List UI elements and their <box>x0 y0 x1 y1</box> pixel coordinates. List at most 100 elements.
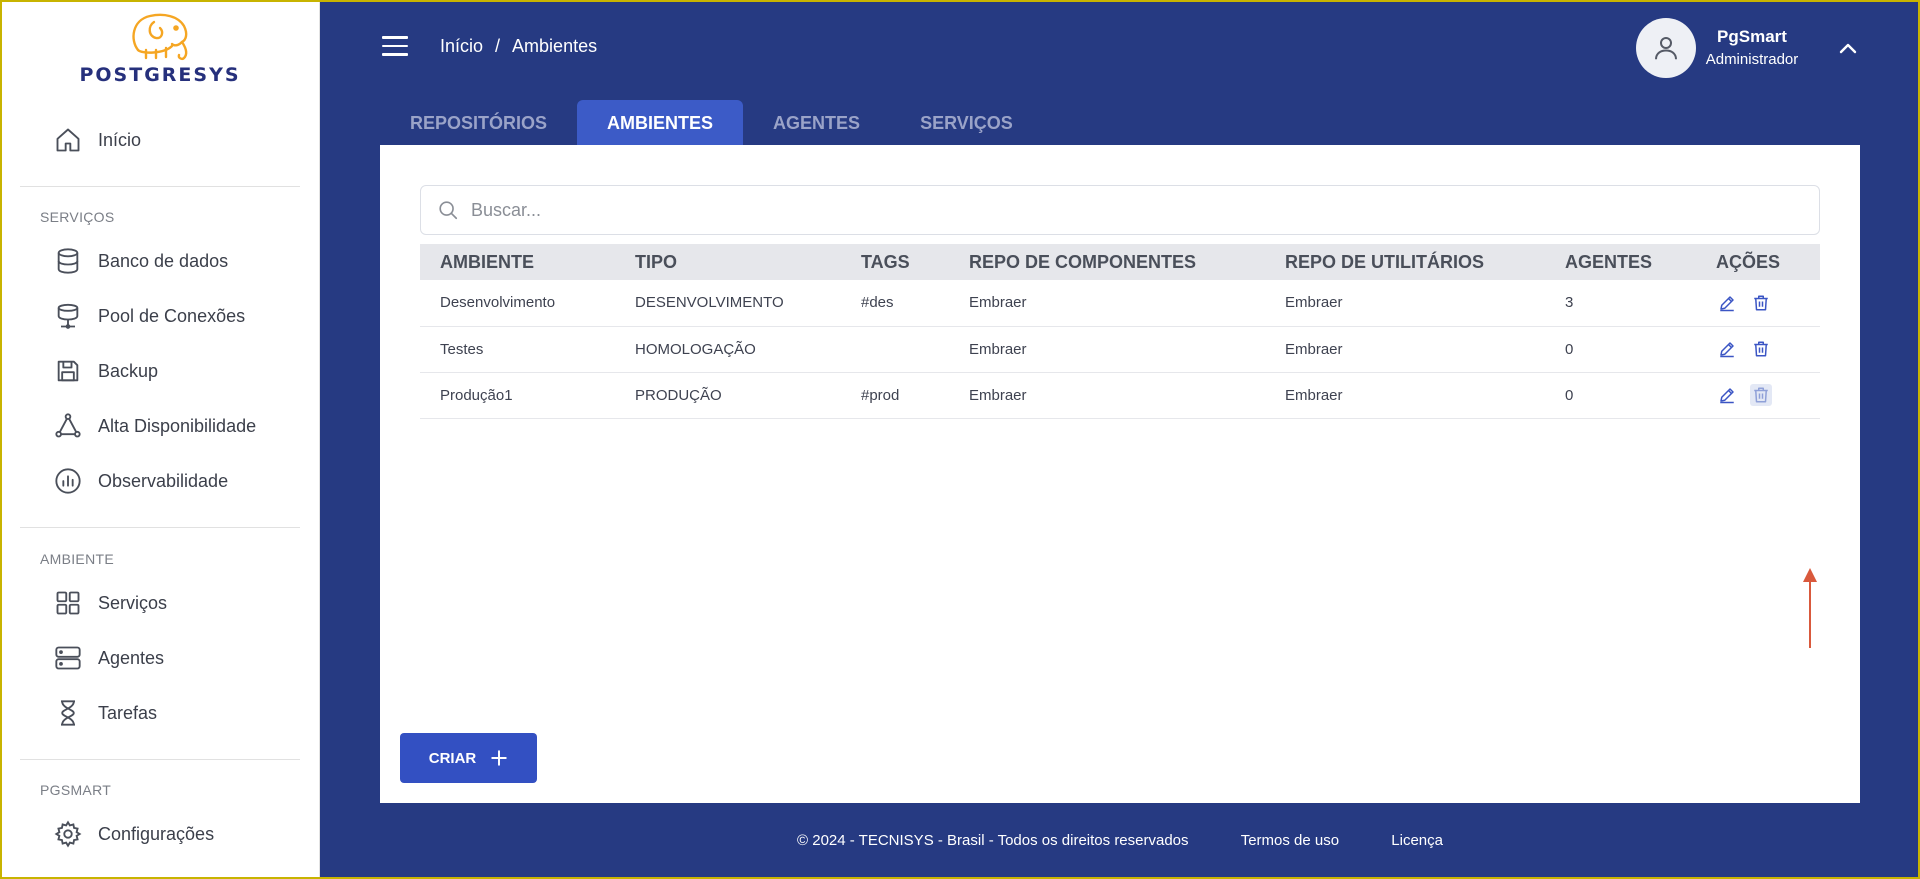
cell-agentes: 0 <box>1545 372 1696 419</box>
sidebar-item-label: Backup <box>98 360 159 381</box>
column-header-repo-utilitarios[interactable]: REPO DE UTILITÁRIOS <box>1265 244 1545 280</box>
cell-tags: #des <box>841 280 949 327</box>
table-header-row: AMBIENTE TIPO TAGS REPO DE COMPONENTES R… <box>420 244 1820 280</box>
pool-icon <box>52 300 84 332</box>
tab-servicos[interactable]: SERVIÇOS <box>890 100 1043 146</box>
table-row[interactable]: Testes HOMOLOGAÇÃO Embraer Embraer 0 <box>420 326 1820 373</box>
cell-repo-componentes: Embraer <box>949 326 1265 373</box>
create-button-label: CRIAR <box>428 749 477 767</box>
cell-repo-componentes: Embraer <box>949 280 1265 327</box>
sidebar-item-label: Agentes <box>98 647 165 668</box>
brand-logo[interactable]: POSTGRESYS <box>52 10 268 86</box>
user-role: Administrador <box>1705 51 1799 68</box>
sidebar-divider <box>20 759 300 760</box>
cell-acoes <box>1696 280 1820 327</box>
sidebar-item-label: Serviços <box>98 592 168 613</box>
tab-repositorios[interactable]: REPOSITÓRIOS <box>380 100 577 146</box>
cell-tags: #prod <box>841 372 949 419</box>
cell-agentes: 0 <box>1545 326 1696 373</box>
triangle-nodes-icon <box>52 410 84 442</box>
sidebar-item-pool-de-conexoes[interactable]: Pool de Conexões <box>52 296 245 336</box>
license-link[interactable]: Licença <box>1391 832 1443 849</box>
sidebar-item-servicos[interactable]: Serviços <box>52 583 167 623</box>
annotation-arrow-icon <box>1803 568 1817 648</box>
search-icon <box>439 201 458 220</box>
brand-name: POSTGRESYS <box>79 64 241 86</box>
section-label-pgsmart: PGSMART <box>40 782 112 798</box>
cell-tags <box>841 326 949 373</box>
column-header-agentes[interactable]: AGENTES <box>1545 244 1696 280</box>
cell-tipo: PRODUÇÃO <box>615 372 841 419</box>
delete-icon[interactable] <box>1750 384 1772 406</box>
plus-icon <box>491 750 507 766</box>
sidebar-item-label: Observabilidade <box>98 470 229 491</box>
column-header-tags[interactable]: TAGS <box>841 244 949 280</box>
cell-ambiente: Desenvolvimento <box>420 280 615 327</box>
environments-table: AMBIENTE TIPO TAGS REPO DE COMPONENTES R… <box>420 244 1820 419</box>
column-header-ambiente[interactable]: AMBIENTE <box>420 244 615 280</box>
breadcrumb-current: Ambientes <box>512 36 598 56</box>
cell-acoes <box>1696 326 1820 373</box>
column-header-repo-componentes[interactable]: REPO DE COMPONENTES <box>949 244 1265 280</box>
table-row[interactable]: Produção1 PRODUÇÃO #prod Embraer Embraer… <box>420 372 1820 419</box>
column-header-tipo[interactable]: TIPO <box>615 244 841 280</box>
hourglass-icon <box>52 697 84 729</box>
content-panel: AMBIENTE TIPO TAGS REPO DE COMPONENTES R… <box>380 145 1860 803</box>
sidebar-item-observabilidade[interactable]: Observabilidade <box>52 461 228 501</box>
sidebar-item-inicio[interactable]: Início <box>52 120 141 160</box>
footer: © 2024 - TECNISYS - Brasil - Todos os di… <box>320 832 1920 849</box>
main-area: Início / Ambientes PgSmart Administrador… <box>320 0 1920 879</box>
section-label-servicos: SERVIÇOS <box>40 209 115 225</box>
delete-icon[interactable] <box>1750 292 1772 314</box>
elephant-logo-icon <box>132 13 188 60</box>
edit-icon[interactable] <box>1716 292 1738 314</box>
delete-icon[interactable] <box>1750 338 1772 360</box>
search-input[interactable] <box>471 199 1771 221</box>
chevron-up-icon[interactable] <box>1836 38 1860 58</box>
create-button[interactable]: CRIAR <box>400 733 537 783</box>
sidebar-item-backup[interactable]: Backup <box>52 351 158 391</box>
cell-tipo: DESENVOLVIMENTO <box>615 280 841 327</box>
edit-icon[interactable] <box>1716 384 1738 406</box>
cell-repo-utilitarios: Embraer <box>1265 372 1545 419</box>
tab-agentes[interactable]: AGENTES <box>743 100 890 146</box>
sidebar-item-banco-de-dados[interactable]: Banco de dados <box>52 241 228 281</box>
sidebar-item-tarefas[interactable]: Tarefas <box>52 693 157 733</box>
search-box <box>420 185 1820 235</box>
cell-repo-utilitarios: Embraer <box>1265 280 1545 327</box>
user-name: PgSmart <box>1717 27 1787 46</box>
edit-icon[interactable] <box>1716 338 1738 360</box>
sidebar-item-label: Pool de Conexões <box>98 305 246 326</box>
breadcrumb-separator: / <box>495 36 501 56</box>
avatar[interactable] <box>1636 18 1696 78</box>
breadcrumb-home-link[interactable]: Início <box>440 36 483 57</box>
menu-toggle-icon[interactable] <box>382 36 408 56</box>
sidebar-item-label: Banco de dados <box>98 250 229 271</box>
sidebar-item-alta-disponibilidade[interactable]: Alta Disponibilidade <box>52 406 256 446</box>
cell-ambiente: Produção1 <box>420 372 615 419</box>
table-row[interactable]: Desenvolvimento DESENVOLVIMENTO #des Emb… <box>420 280 1820 327</box>
tab-ambientes[interactable]: AMBIENTES <box>577 100 744 146</box>
cell-tipo: HOMOLOGAÇÃO <box>615 326 841 373</box>
home-icon <box>52 124 84 156</box>
sidebar: POSTGRESYS Início SERVIÇOS Banco de dado… <box>0 0 320 879</box>
sidebar-item-configuracoes[interactable]: Configurações <box>52 814 214 854</box>
user-icon <box>1655 37 1677 60</box>
cell-ambiente: Testes <box>420 326 615 373</box>
sidebar-divider <box>20 527 300 528</box>
cell-agentes: 3 <box>1545 280 1696 327</box>
gear-icon <box>52 818 84 850</box>
breadcrumb: Início / Ambientes <box>440 36 597 57</box>
cell-repo-utilitarios: Embraer <box>1265 326 1545 373</box>
sidebar-item-agentes[interactable]: Agentes <box>52 638 164 678</box>
sidebar-item-label: Configurações <box>98 823 215 844</box>
tab-bar: REPOSITÓRIOS AMBIENTES AGENTES SERVIÇOS <box>380 100 1043 146</box>
section-label-ambiente: AMBIENTE <box>40 551 114 567</box>
save-icon <box>52 355 84 387</box>
server-icon <box>52 642 84 674</box>
terms-link[interactable]: Termos de uso <box>1241 832 1339 849</box>
sidebar-item-label: Início <box>98 129 142 150</box>
column-header-acoes: AÇÕES <box>1696 244 1820 280</box>
sidebar-item-label: Tarefas <box>98 702 158 723</box>
database-icon <box>52 245 84 277</box>
